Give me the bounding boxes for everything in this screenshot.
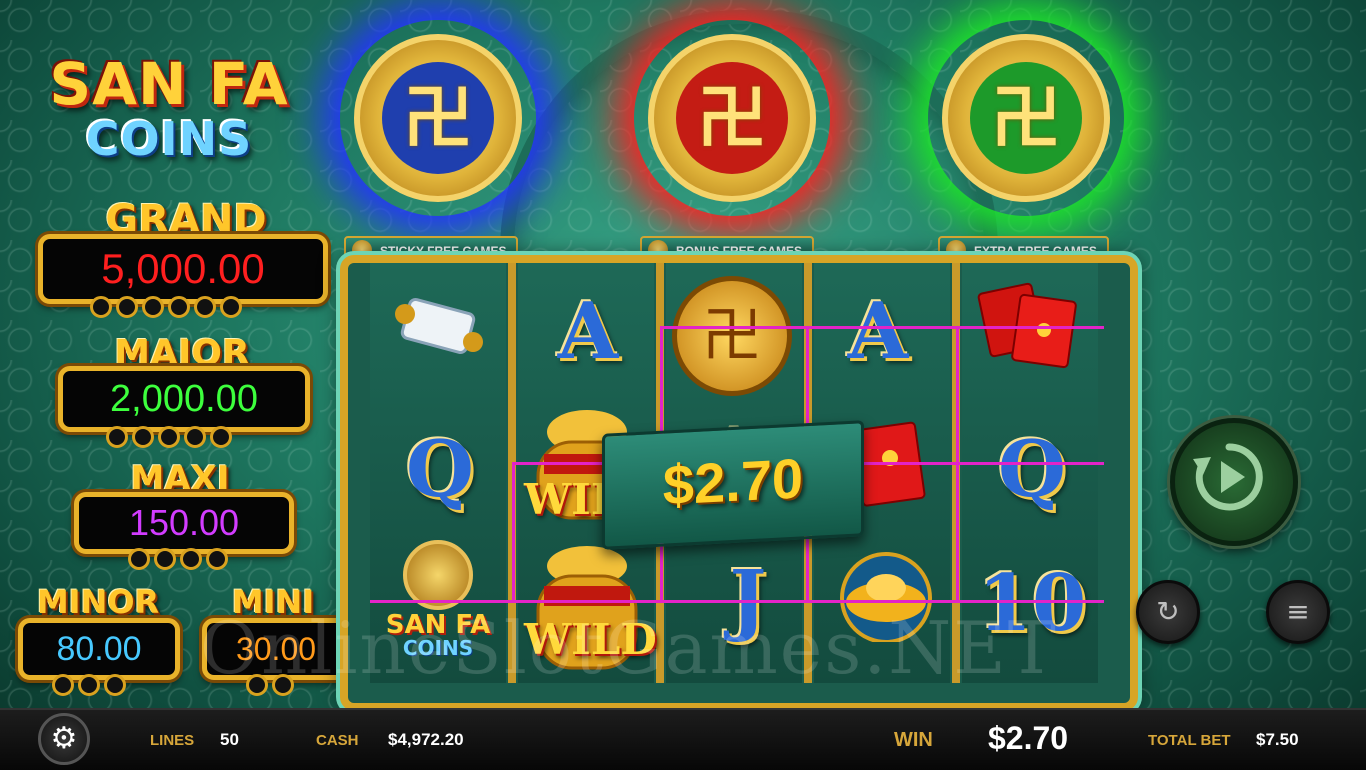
win-value: $2.70	[988, 720, 1069, 756]
lines-value: 50	[220, 730, 239, 749]
coin-stack-icon: ≡	[1286, 595, 1310, 628]
major-jackpot-pips	[106, 426, 232, 448]
payline	[660, 326, 1104, 329]
autoplay-button[interactable]: ↻	[1136, 580, 1200, 644]
major-jackpot-value: 2,000.00	[58, 366, 310, 432]
lines-label: LINES	[150, 732, 195, 749]
spin-icon	[1193, 443, 1263, 511]
minor-jackpot-amount: 80.00	[56, 630, 142, 668]
symbol-q: Q	[406, 424, 474, 515]
symbol-a: A	[557, 286, 619, 377]
grand-jackpot-amount: 5,000.00	[101, 245, 265, 292]
minor-jackpot-pips	[52, 674, 126, 696]
win-banner-amount: $2.70	[662, 446, 804, 517]
green-coin: 卍	[928, 20, 1124, 216]
maxi-jackpot-pips	[128, 548, 228, 570]
stake-button[interactable]: ≡	[1266, 580, 1330, 644]
payline	[370, 600, 1104, 603]
scroll-icon	[378, 278, 498, 398]
logo-title-line2: COINS	[85, 112, 253, 166]
win-label: WIN	[894, 729, 933, 751]
major-jackpot-amount: 2,000.00	[110, 378, 258, 420]
maxi-jackpot-value: 150.00	[74, 492, 294, 554]
payline	[956, 326, 959, 602]
total-bet-label: TOTAL BET	[1148, 732, 1231, 749]
cash-value: $4,972.20	[388, 730, 464, 749]
cash-label: CASH	[316, 732, 359, 749]
coin-symbol-icon: 卍	[403, 77, 473, 159]
logo-title-line1: SAN FA	[49, 50, 289, 118]
total-bet-value: $7.50	[1256, 730, 1299, 749]
payline	[512, 462, 515, 602]
autoplay-icon: ↻	[1156, 595, 1180, 628]
payline	[512, 462, 604, 465]
game-logo: SAN FA COINS	[14, 54, 324, 174]
grand-jackpot-pips	[90, 296, 242, 318]
watermark: OnlineSlotGames.NET	[200, 606, 1058, 690]
red-coin: 卍	[634, 20, 830, 216]
gold-coin-symbol: 卍	[672, 276, 792, 396]
minor-jackpot-label: MINOR	[36, 583, 160, 621]
grand-jackpot-value: 5,000.00	[38, 234, 328, 304]
settings-button[interactable]: ⚙	[38, 713, 90, 765]
coin-symbol-icon: 卍	[991, 77, 1061, 159]
gear-icon: ⚙	[50, 721, 78, 756]
symbol-q: Q	[998, 424, 1066, 515]
minor-jackpot-value: 80.00	[18, 618, 180, 680]
symbol-a: A	[847, 286, 909, 377]
win-banner: $2.70	[602, 420, 864, 550]
spin-button[interactable]	[1170, 418, 1298, 546]
payline	[858, 462, 1104, 465]
blue-coin: 卍	[340, 20, 536, 216]
maxi-jackpot-amount: 150.00	[128, 502, 240, 543]
coin-symbol-icon: 卍	[697, 77, 767, 159]
